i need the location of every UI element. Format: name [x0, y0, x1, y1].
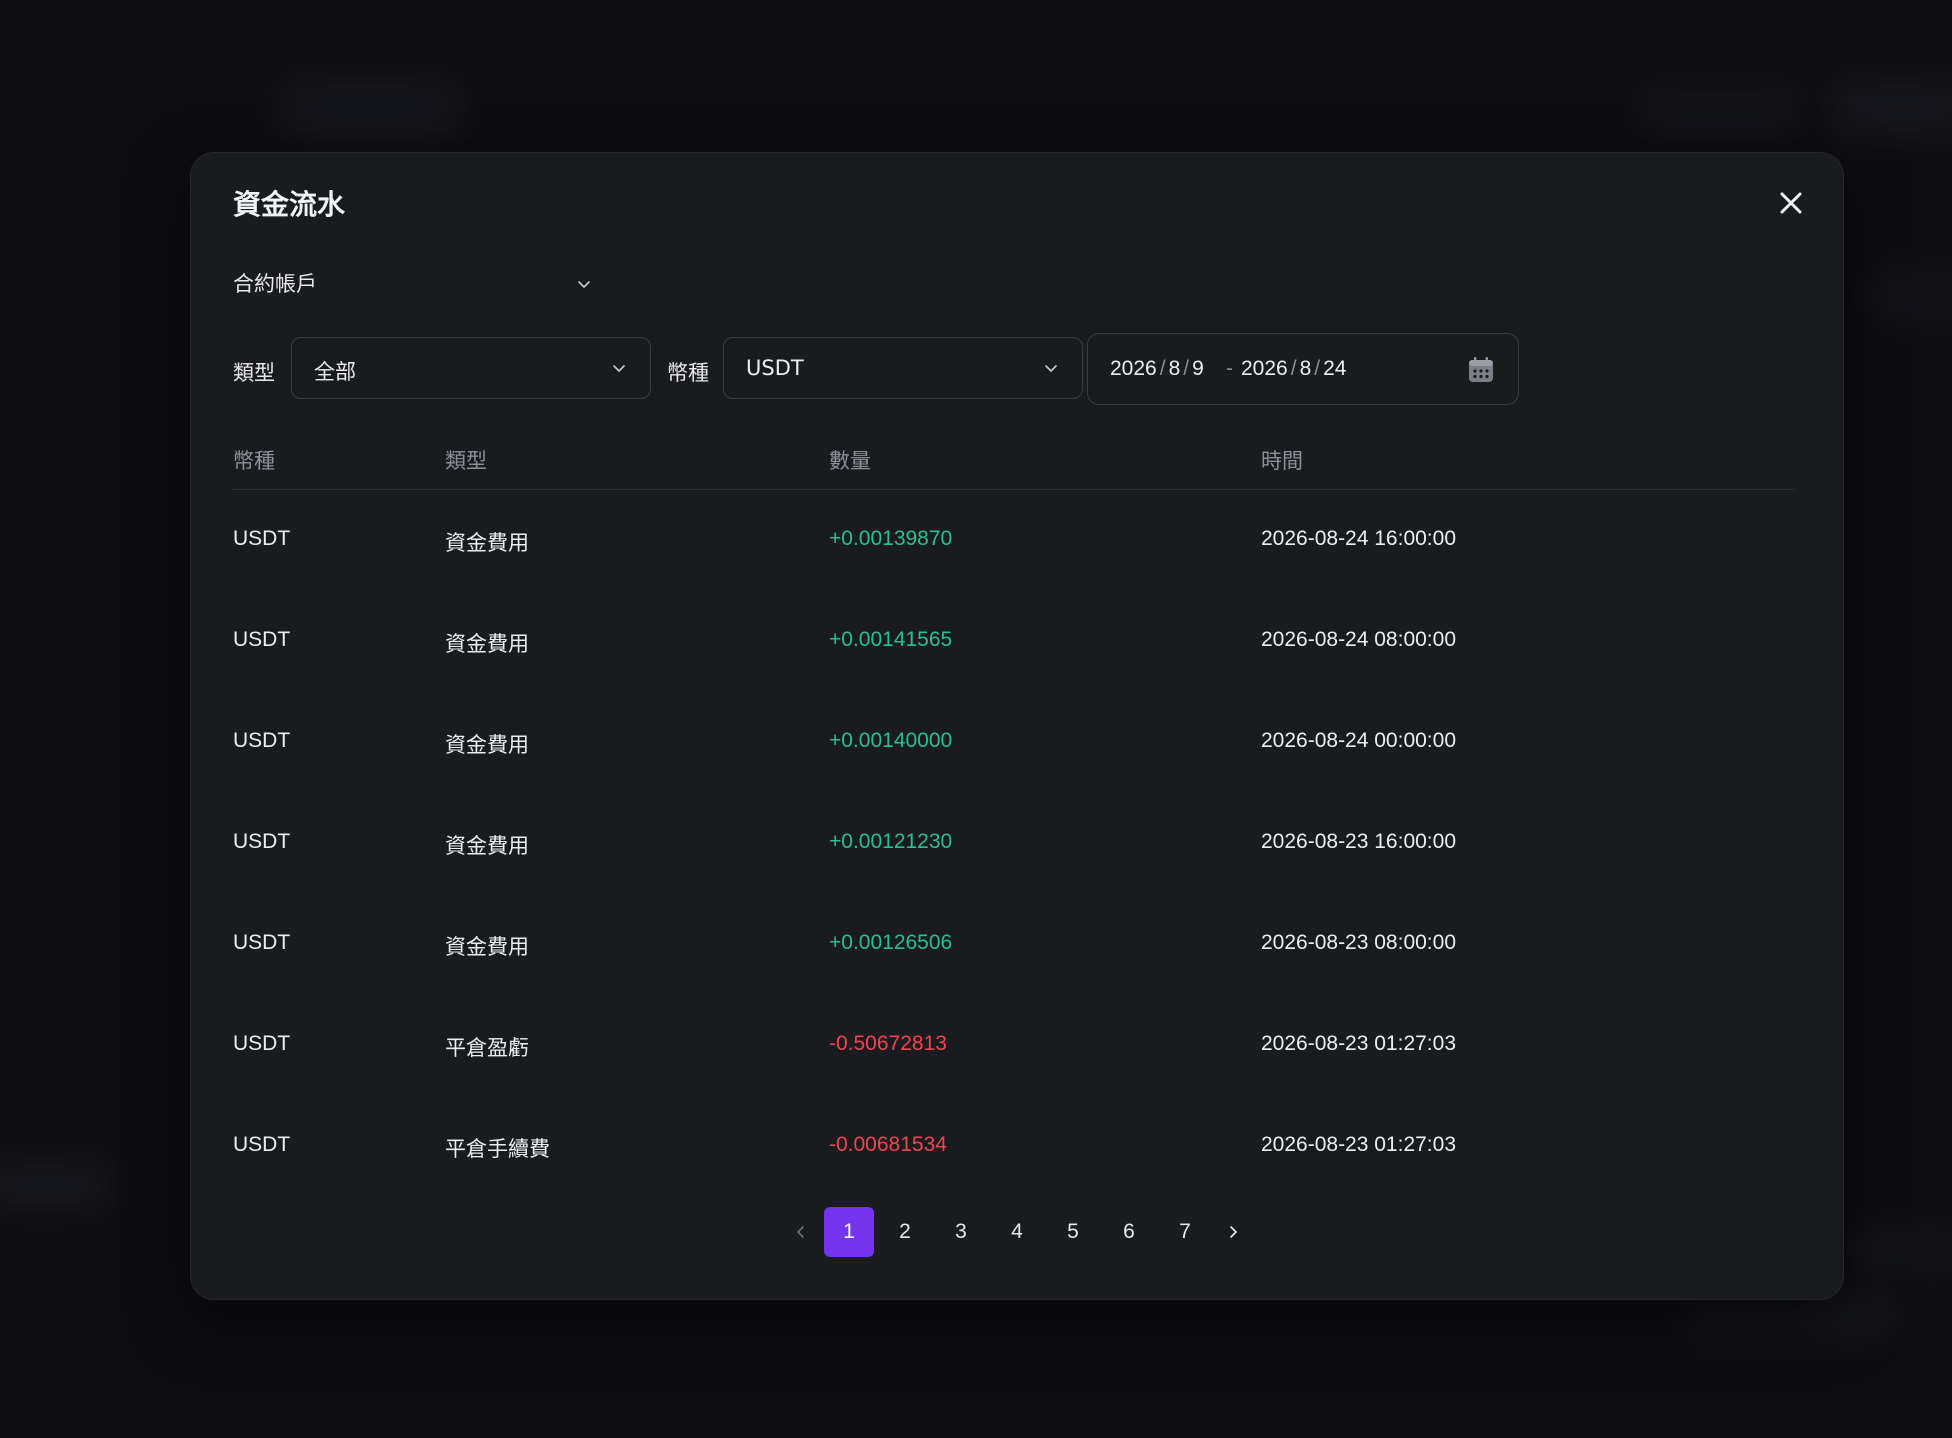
chevron-left-icon: [797, 1226, 804, 1238]
table-row: USDT 平倉手續費 -0.00681534 2026-08-23 01:27:03: [233, 1096, 1795, 1197]
fund-flow-table: 幣種 類型 數量 時間 USDT 資金費用 +0.00139870 2026-08-2…: [233, 437, 1795, 1197]
chevron-down-icon: [613, 365, 625, 372]
coin-select-value: USDT: [746, 356, 804, 380]
cell-type: 資金費用: [445, 935, 529, 959]
page-button-7[interactable]: 7: [1160, 1207, 1210, 1257]
page-button-4[interactable]: 4: [992, 1207, 1042, 1257]
column-header-time: 時間: [1261, 449, 1303, 473]
chevron-down-icon: [1045, 365, 1057, 372]
next-page-button[interactable]: [1213, 1207, 1253, 1257]
date-end-month: 8: [1299, 357, 1312, 380]
cell-amount: +0.00126506: [829, 931, 953, 954]
cell-time: 2026-08-23 01:27:03: [1261, 1032, 1456, 1055]
filter-row: 類型 全部 幣種 USDT 2026/8/9 - 2026/8/24: [233, 333, 1633, 407]
date-start-month: 8: [1168, 357, 1181, 380]
date-start-year: 2026: [1110, 357, 1157, 380]
cell-coin: USDT: [233, 527, 291, 550]
type-select-value: 全部: [314, 360, 356, 384]
cell-amount: +0.00140000: [829, 729, 953, 752]
cell-coin: USDT: [233, 628, 291, 651]
account-select[interactable]: 合約帳戶: [233, 263, 593, 303]
cell-type: 平倉手續費: [445, 1137, 550, 1161]
close-button[interactable]: [1773, 185, 1809, 221]
table-row: USDT 資金費用 +0.00139870 2026-08-24 16:00:00: [233, 490, 1795, 591]
table-row: USDT 資金費用 +0.00140000 2026-08-24 00:00:00: [233, 692, 1795, 793]
pagination: 1234567: [191, 1207, 1843, 1257]
cell-type: 平倉盈虧: [445, 1036, 529, 1060]
date-part-separator: /: [1290, 357, 1297, 380]
date-end-year: 2026: [1241, 357, 1288, 380]
date-part-separator: /: [1159, 357, 1166, 380]
chevron-right-icon: [1230, 1226, 1237, 1238]
cell-amount: +0.00139870: [829, 527, 953, 550]
type-filter-label: 類型: [233, 361, 275, 385]
table-row: USDT 資金費用 +0.00141565 2026-08-24 08:00:00: [233, 591, 1795, 692]
table-row: USDT 平倉盈虧 -0.50672813 2026-08-23 01:27:03: [233, 995, 1795, 1096]
cell-coin: USDT: [233, 1133, 291, 1156]
chevron-down-icon: [578, 281, 590, 288]
page-button-3[interactable]: 3: [936, 1207, 986, 1257]
cell-time: 2026-08-23 08:00:00: [1261, 931, 1456, 954]
page-button-1[interactable]: 1: [824, 1207, 874, 1257]
date-start[interactable]: 2026/8/9: [1110, 357, 1204, 381]
prev-page-button[interactable]: [781, 1207, 821, 1257]
close-icon: [1780, 192, 1802, 214]
calendar-icon[interactable]: [1466, 355, 1496, 385]
cell-type: 資金費用: [445, 733, 529, 757]
cell-coin: USDT: [233, 931, 291, 954]
cell-time: 2026-08-24 00:00:00: [1261, 729, 1456, 752]
cell-time: 2026-08-23 01:27:03: [1261, 1133, 1456, 1156]
date-part-separator: /: [1183, 357, 1190, 380]
page-list: 1234567: [821, 1207, 1213, 1257]
type-select[interactable]: 全部: [291, 337, 651, 399]
cell-type: 資金費用: [445, 531, 529, 555]
table-row: USDT 資金費用 +0.00121230 2026-08-23 16:00:00: [233, 793, 1795, 894]
cell-time: 2026-08-24 08:00:00: [1261, 628, 1456, 651]
cell-coin: USDT: [233, 729, 291, 752]
cell-amount: +0.00141565: [829, 628, 953, 651]
coin-select[interactable]: USDT: [723, 337, 1083, 399]
table-header: 幣種 類型 數量 時間: [233, 437, 1795, 490]
date-end-day: 24: [1323, 357, 1347, 380]
fund-flow-modal: 資金流水 合約帳戶 類型 全部 幣種 USDT 2026/8/9 - 2026 …: [190, 152, 1844, 1300]
cell-time: 2026-08-24 16:00:00: [1261, 527, 1456, 550]
cell-amount: -0.50672813: [829, 1032, 947, 1055]
table-row: USDT 資金費用 +0.00126506 2026-08-23 08:00:00: [233, 894, 1795, 995]
column-header-type: 類型: [445, 449, 487, 473]
coin-filter-label: 幣種: [667, 361, 709, 385]
cell-time: 2026-08-23 16:00:00: [1261, 830, 1456, 853]
page-button-6[interactable]: 6: [1104, 1207, 1154, 1257]
cell-amount: +0.00121230: [829, 830, 953, 853]
cell-coin: USDT: [233, 1032, 291, 1055]
column-header-amount: 數量: [829, 449, 871, 473]
date-range-picker[interactable]: 2026/8/9 - 2026/8/24: [1087, 333, 1519, 405]
modal-title: 資金流水: [233, 188, 346, 221]
table-body: USDT 資金費用 +0.00139870 2026-08-24 16:00:00 US…: [233, 490, 1795, 1197]
cell-type: 資金費用: [445, 632, 529, 656]
cell-coin: USDT: [233, 830, 291, 853]
cell-type: 資金費用: [445, 834, 529, 858]
account-select-label: 合約帳戶: [233, 272, 317, 296]
page-button-2[interactable]: 2: [880, 1207, 930, 1257]
date-range-separator: -: [1226, 357, 1233, 380]
date-part-separator: /: [1314, 357, 1321, 380]
column-header-coin: 幣種: [233, 449, 275, 473]
cell-amount: -0.00681534: [829, 1133, 947, 1156]
page-button-5[interactable]: 5: [1048, 1207, 1098, 1257]
date-end[interactable]: 2026/8/24: [1241, 357, 1346, 381]
date-start-day: 9: [1192, 357, 1204, 380]
